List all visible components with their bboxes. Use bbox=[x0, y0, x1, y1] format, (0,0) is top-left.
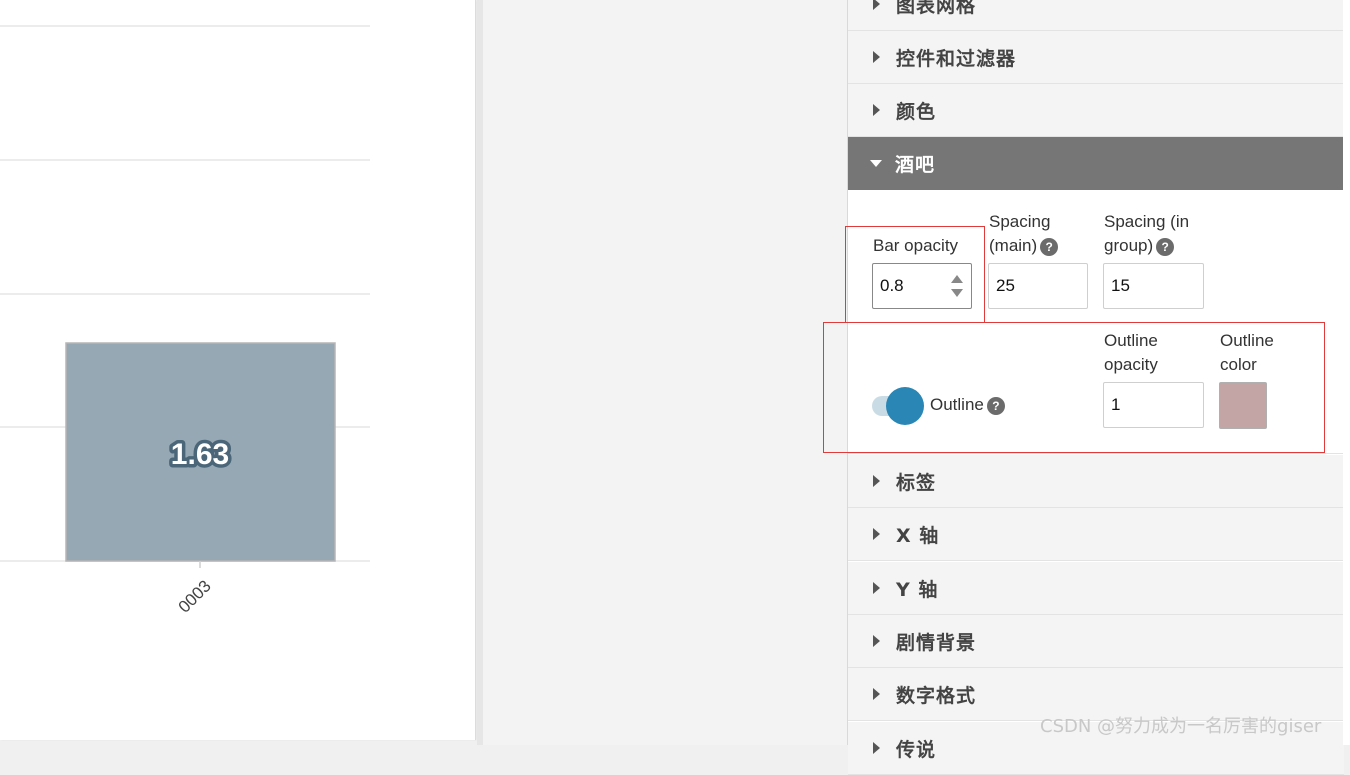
collapsed-arrow-icon bbox=[873, 742, 880, 754]
settings-scrollbar[interactable] bbox=[1343, 0, 1350, 745]
spacing-group-label-text: group) bbox=[1104, 236, 1154, 255]
spinner-up-icon[interactable] bbox=[951, 275, 963, 283]
spacing-main-label-line1: Spacing bbox=[989, 212, 1051, 231]
collapsed-arrow-icon bbox=[873, 475, 880, 487]
spacing-main-input[interactable]: 25 bbox=[988, 263, 1088, 309]
outline-color-label: Outline color bbox=[1220, 329, 1274, 377]
section-y-axis[interactable]: Y 轴 bbox=[848, 562, 1344, 615]
section-controls-filters[interactable]: 控件和过滤器 bbox=[848, 31, 1344, 84]
section-x-axis[interactable]: X 轴 bbox=[848, 508, 1344, 561]
spacing-main-label: Spacing (main)? bbox=[989, 210, 1059, 258]
collapsed-arrow-icon bbox=[873, 635, 880, 647]
number-spinner[interactable] bbox=[951, 275, 963, 299]
outline-color-swatch[interactable] bbox=[1219, 382, 1267, 429]
splitter-handle[interactable] bbox=[477, 0, 483, 745]
outline-color-label-line1: Outline bbox=[1220, 331, 1274, 350]
section-labels[interactable]: 标签 bbox=[848, 455, 1344, 508]
section-title: 传说 bbox=[896, 738, 937, 761]
section-bars[interactable]: 酒吧 bbox=[848, 137, 1344, 190]
section-title: 标签 bbox=[896, 471, 937, 494]
x-tick-label: 0003 bbox=[175, 576, 215, 616]
bar-opacity-label: Bar opacity bbox=[873, 236, 959, 255]
help-icon[interactable]: ? bbox=[1040, 237, 1059, 256]
help-icon[interactable]: ? bbox=[986, 396, 1005, 415]
section-title: 酒吧 bbox=[895, 154, 936, 176]
outline-label-text: Outline bbox=[930, 395, 984, 414]
workspace-gutter bbox=[477, 0, 847, 745]
outline-toggle[interactable] bbox=[872, 387, 926, 425]
section-title: 剧情背景 bbox=[896, 631, 977, 654]
collapsed-arrow-icon bbox=[873, 51, 880, 63]
bar-opacity-input[interactable]: 0.8 bbox=[872, 263, 972, 309]
collapsed-arrow-icon bbox=[873, 104, 880, 116]
spacing-group-label-line2: group)? bbox=[1104, 234, 1189, 258]
spinner-down-icon[interactable] bbox=[951, 289, 963, 297]
spacing-main-value: 25 bbox=[996, 276, 1015, 295]
bar-value-label: 1.63 bbox=[171, 438, 229, 471]
spacing-main-label-line2: (main)? bbox=[989, 234, 1059, 258]
help-icon[interactable]: ? bbox=[1156, 237, 1175, 256]
spacing-group-label: Spacing (in group)? bbox=[1104, 210, 1189, 258]
spacing-group-value: 15 bbox=[1111, 276, 1130, 295]
section-chart-grid[interactable]: 图表网格 bbox=[848, 0, 1344, 31]
bar-opacity-value: 0.8 bbox=[880, 276, 904, 295]
section-colors[interactable]: 颜色 bbox=[848, 84, 1344, 137]
spacing-main-label-text: (main) bbox=[989, 236, 1038, 255]
watermark: CSDN @努力成为一名厉害的giser bbox=[1040, 716, 1322, 737]
outline-opacity-label-line1: Outline bbox=[1104, 331, 1158, 350]
collapsed-arrow-icon bbox=[873, 0, 880, 10]
settings-panel: 图表网格 控件和过滤器 颜色 酒吧 Bar opacity 0.8 Spacin… bbox=[847, 0, 1344, 775]
collapsed-arrow-icon bbox=[873, 688, 880, 700]
section-storytelling[interactable]: 剧情背景 bbox=[848, 615, 1344, 668]
collapsed-arrow-icon bbox=[873, 582, 880, 594]
section-title: Y 轴 bbox=[896, 578, 939, 601]
section-title: 图表网格 bbox=[896, 0, 977, 17]
spacing-group-label-line1: Spacing (in bbox=[1104, 212, 1190, 231]
expanded-arrow-icon bbox=[870, 160, 882, 167]
chart-panel: 1.63 0003 bbox=[0, 0, 476, 740]
outline-opacity-label-line2: opacity bbox=[1104, 355, 1158, 374]
section-title: 数字格式 bbox=[896, 684, 977, 707]
toggle-knob[interactable] bbox=[886, 387, 924, 425]
outline-opacity-value: 1 bbox=[1111, 395, 1121, 414]
bar-chart: 1.63 0003 bbox=[0, 25, 370, 617]
section-title: 控件和过滤器 bbox=[896, 47, 1017, 70]
outline-color-label-line2: color bbox=[1220, 355, 1257, 374]
section-title: X 轴 bbox=[896, 524, 940, 547]
outline-label: Outline? bbox=[930, 393, 1005, 417]
outline-opacity-label: Outline opacity bbox=[1104, 329, 1158, 377]
spacing-group-input[interactable]: 15 bbox=[1103, 263, 1204, 309]
section-title: 颜色 bbox=[896, 100, 937, 123]
collapsed-arrow-icon bbox=[873, 528, 880, 540]
outline-opacity-input[interactable]: 1 bbox=[1103, 382, 1204, 428]
